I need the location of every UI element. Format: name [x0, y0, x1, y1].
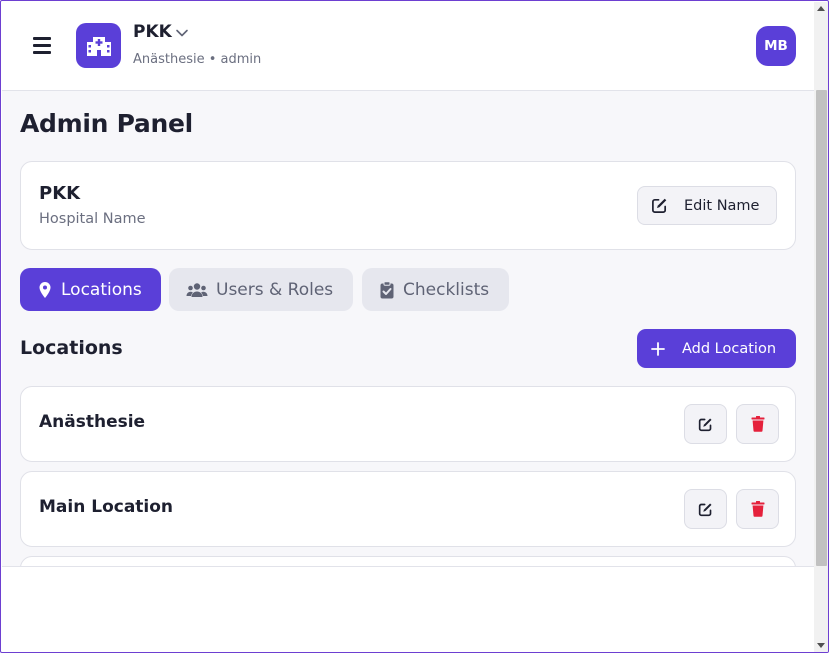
- location-item: Anästhesie: [20, 386, 796, 462]
- trash-icon: [751, 501, 764, 517]
- scroll-down-icon[interactable]: [817, 643, 825, 648]
- tab-locations[interactable]: Locations: [20, 268, 161, 311]
- main-content: Admin Panel PKK Hospital Name Edit Name …: [2, 91, 814, 566]
- location-pin-icon: [39, 281, 51, 298]
- clipboard-check-icon: [380, 280, 394, 298]
- location-name: Anästhesie: [39, 412, 146, 432]
- locations-heading: Locations: [20, 337, 123, 359]
- header-subtitle: Anästhesie • admin: [133, 52, 262, 67]
- tab-users-roles[interactable]: Users & Roles: [169, 268, 353, 311]
- top-bar: PKK Anästhesie • admin MB: [2, 2, 814, 91]
- edit-icon: [652, 198, 667, 213]
- edit-name-button[interactable]: Edit Name: [637, 186, 777, 225]
- edit-location-button[interactable]: [684, 489, 727, 529]
- hospital-name-label: Hospital Name: [39, 211, 146, 227]
- menu-icon[interactable]: [33, 37, 51, 54]
- edit-icon: [698, 503, 712, 516]
- hospital-switcher-title[interactable]: PKK: [133, 22, 172, 42]
- hospital-name-card: PKK Hospital Name Edit Name: [20, 161, 796, 250]
- add-location-button[interactable]: Add Location: [637, 329, 796, 368]
- user-avatar[interactable]: MB: [756, 26, 796, 66]
- hospital-name-value: PKK: [39, 183, 81, 204]
- edit-name-label: Edit Name: [684, 197, 760, 214]
- scroll-thumb[interactable]: [816, 90, 827, 566]
- add-location-label: Add Location: [682, 340, 777, 357]
- delete-location-button[interactable]: [736, 404, 779, 444]
- edit-location-button[interactable]: [684, 404, 727, 444]
- edit-icon: [698, 418, 712, 431]
- location-item: Main Location: [20, 471, 796, 547]
- tab-checklists[interactable]: Checklists: [362, 268, 509, 311]
- scrollbar[interactable]: [814, 2, 828, 652]
- scroll-up-icon[interactable]: [817, 6, 825, 11]
- tab-label: Checklists: [403, 279, 490, 300]
- app-window: PKK Anästhesie • admin MB Admin Panel PK…: [0, 0, 829, 653]
- trash-icon: [751, 416, 764, 432]
- bottom-panel: [2, 566, 814, 652]
- hospital-icon: [76, 23, 121, 68]
- tab-label: Locations: [61, 279, 142, 300]
- page-title: Admin Panel: [20, 109, 193, 138]
- chevron-down-icon[interactable]: [175, 26, 189, 40]
- location-item: [20, 556, 796, 566]
- tab-label: Users & Roles: [216, 279, 334, 300]
- location-name: Main Location: [39, 497, 174, 517]
- plus-icon: [651, 341, 665, 356]
- delete-location-button[interactable]: [736, 489, 779, 529]
- users-icon: [186, 282, 208, 297]
